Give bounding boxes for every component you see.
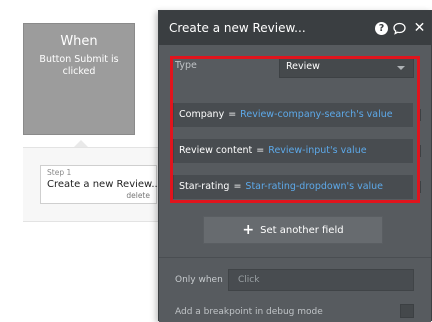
plus-icon: + (242, 222, 255, 238)
panel-header: Create a new Review... ? ✕ (159, 11, 431, 45)
step-name: Create a new Review... (47, 179, 161, 190)
step-card[interactable]: Step 1 Create a new Review... delete (40, 165, 161, 204)
event-card[interactable]: When Button Submit is clicked (23, 23, 135, 135)
action-property-panel: Create a new Review... ? ✕ Type Review C… (158, 10, 432, 322)
breakpoint-checkbox[interactable] (400, 304, 414, 318)
comment-icon-glyph (393, 22, 406, 35)
event-title: When (60, 34, 98, 49)
divider (159, 257, 431, 258)
only-when-input[interactable]: Click (228, 269, 414, 291)
highlight-box (170, 56, 420, 203)
event-subtitle: Button Submit is clicked (39, 54, 119, 77)
comment-icon[interactable] (393, 22, 406, 35)
close-icon[interactable]: ✕ (413, 21, 426, 35)
panel-body: Type Review Company = Review-company-searc… (159, 45, 431, 322)
only-when-label: Only when (175, 275, 223, 285)
step-number-label: Step 1 (47, 168, 72, 177)
set-field-label: Set another field (260, 225, 344, 236)
step-delete-link[interactable]: delete (47, 191, 150, 200)
help-icon[interactable]: ? (375, 22, 388, 35)
breakpoint-label: Add a breakpoint in debug mode (175, 307, 323, 317)
panel-title: Create a new Review... (169, 21, 306, 35)
set-another-field-button[interactable]: + Set another field (203, 216, 383, 244)
